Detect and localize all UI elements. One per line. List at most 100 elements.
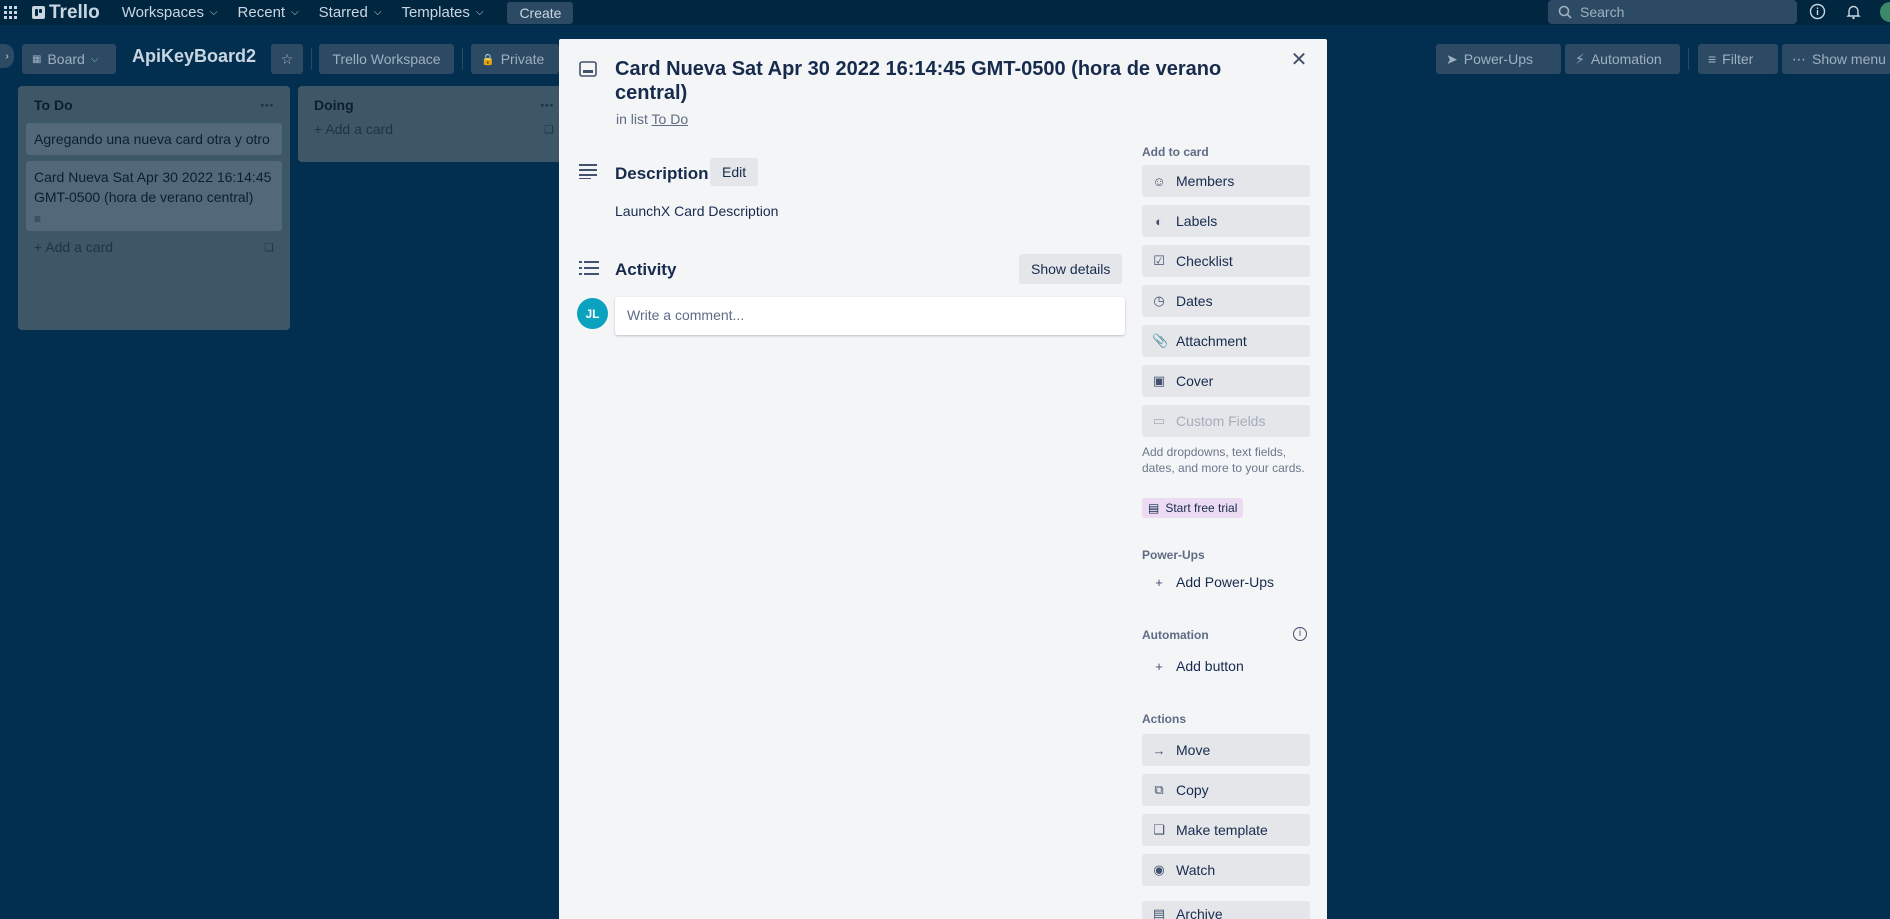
list-doing: Doing ⋯ + Add a card ❏: [298, 86, 570, 162]
filter-label: Filter: [1722, 51, 1754, 67]
dates-button[interactable]: ◷ Dates: [1142, 285, 1310, 317]
move-button[interactable]: → Move: [1142, 734, 1310, 766]
card-title[interactable]: Card Nueva Sat Apr 30 2022 16:14:45 GMT-…: [615, 57, 1245, 105]
list-card[interactable]: Agregando una nueva card otra y otro: [26, 123, 282, 155]
custom-fields-icon: ▭: [1152, 413, 1166, 428]
lightning-icon: ⚡: [1575, 50, 1585, 67]
person-icon: ☺: [1152, 173, 1166, 189]
list-header: To Do ⋯: [26, 94, 282, 117]
watch-button[interactable]: ◉ Watch: [1142, 854, 1310, 886]
nav-starred-label: Starred: [318, 4, 368, 21]
make-template-button[interactable]: ❏ Make template: [1142, 814, 1310, 846]
info-icon[interactable]: [1808, 3, 1826, 21]
nav-recent[interactable]: Recent ⌵: [238, 4, 299, 21]
trello-logo[interactable]: Trello: [32, 2, 100, 24]
start-free-trial-button[interactable]: ▤ Start free trial: [1142, 498, 1244, 518]
cover-icon: ▣: [1152, 373, 1166, 388]
chevron-down-icon: ⌵: [475, 7, 484, 18]
comment-input[interactable]: Write a comment...: [615, 297, 1125, 335]
show-details-button[interactable]: Show details: [1019, 254, 1123, 284]
checklist-button[interactable]: ☑ Checklist: [1142, 245, 1310, 277]
in-list-text: in list To Do: [616, 111, 688, 127]
copy-label: Copy: [1176, 782, 1209, 798]
checkbox-icon: ☑: [1153, 253, 1165, 268]
trial-label: Start free trial: [1165, 501, 1238, 515]
labels-button[interactable]: ◐ Labels: [1142, 205, 1310, 237]
show-menu-label: Show menu: [1812, 51, 1886, 67]
automation-button[interactable]: ⚡ Automation: [1565, 44, 1680, 74]
template-icon[interactable]: ❏: [544, 123, 554, 136]
visibility-label: Private: [500, 51, 545, 67]
list-card[interactable]: Card Nueva Sat Apr 30 2022 16:14:45 GMT-…: [26, 161, 282, 231]
move-label: Move: [1176, 742, 1211, 758]
board-view-switcher[interactable]: ▦ Board ⌵: [22, 44, 116, 74]
chevron-down-icon: ⌵: [209, 7, 218, 18]
activity-icon: [579, 260, 599, 280]
description-badge-icon: ≡: [34, 212, 42, 226]
create-button[interactable]: Create: [507, 1, 574, 24]
attachment-button[interactable]: 📎 Attachment: [1142, 325, 1310, 357]
workspace-button[interactable]: Trello Workspace: [319, 44, 454, 74]
search-icon: [1558, 5, 1572, 19]
sidebar-toggle-button[interactable]: ›: [0, 44, 14, 68]
search-input[interactable]: Search: [1548, 0, 1797, 24]
bell-icon[interactable]: [1844, 3, 1862, 21]
add-button-button[interactable]: + Add button: [1142, 650, 1310, 682]
archive-icon: ▤: [1152, 906, 1166, 919]
power-ups-button[interactable]: ➤ Power-Ups: [1436, 44, 1561, 74]
cover-button[interactable]: ▣ Cover: [1142, 365, 1310, 397]
chevron-down-icon: ⌵: [90, 53, 99, 65]
ticket-icon: ▤: [1148, 501, 1160, 515]
power-ups-label: Power-Ups: [1463, 51, 1533, 67]
nav-templates-label: Templates: [401, 4, 470, 21]
visibility-button[interactable]: 🔒 Private: [471, 44, 559, 74]
edit-description-button[interactable]: Edit: [710, 158, 759, 186]
paperclip-icon: 📎: [1152, 333, 1169, 348]
info-icon[interactable]: i: [1293, 627, 1307, 641]
board-view-label: Board: [47, 51, 85, 67]
archive-button[interactable]: ▤ Archive: [1142, 901, 1310, 919]
search-placeholder: Search: [1580, 4, 1625, 20]
add-card-button[interactable]: + Add a card ❏: [306, 117, 562, 139]
list-title[interactable]: Doing: [314, 97, 354, 114]
trello-logo-icon: [32, 6, 45, 19]
show-menu-button[interactable]: ⋯ Show menu: [1782, 44, 1890, 74]
board-title[interactable]: ApiKeyBoard2: [132, 46, 256, 67]
star-board-button[interactable]: ☆: [271, 44, 303, 74]
nav-starred[interactable]: Starred ⌵: [319, 4, 382, 21]
members-button[interactable]: ☺ Members: [1142, 165, 1310, 197]
list-title[interactable]: To Do: [34, 97, 73, 114]
template-icon[interactable]: ❏: [264, 241, 274, 254]
custom-fields-button[interactable]: ▭ Custom Fields: [1142, 405, 1310, 437]
nav-workspaces[interactable]: Workspaces ⌵: [122, 4, 218, 21]
card-description[interactable]: LaunchX Card Description: [615, 203, 778, 219]
copy-button[interactable]: ⧉ Copy: [1142, 774, 1310, 806]
nav-templates[interactable]: Templates ⌵: [401, 4, 483, 21]
avatar[interactable]: JL: [577, 298, 608, 329]
divider: [462, 48, 463, 70]
eye-icon: ◉: [1153, 862, 1165, 877]
add-power-ups-label: Add Power-Ups: [1176, 574, 1275, 590]
card-title: Agregando una nueva card otra y otro: [34, 131, 270, 147]
app-switcher-icon[interactable]: [0, 0, 20, 25]
nav-workspaces-label: Workspaces: [121, 4, 204, 21]
add-card-button[interactable]: + Add a card ❏: [26, 231, 282, 257]
card-detail-dialog: Card Nueva Sat Apr 30 2022 16:14:45 GMT-…: [559, 39, 1327, 919]
list-link[interactable]: To Do: [652, 111, 689, 127]
make-template-label: Make template: [1176, 822, 1268, 838]
plus-icon: +: [1155, 574, 1163, 590]
description-icon: [579, 163, 599, 183]
more-icon[interactable]: ⋯: [540, 97, 554, 114]
chevron-down-icon: ⌵: [373, 7, 382, 18]
more-icon[interactable]: ⋯: [260, 97, 274, 114]
close-icon[interactable]: ✕: [1287, 49, 1311, 73]
activity-heading: Activity: [615, 260, 677, 279]
add-power-ups-button[interactable]: + Add Power-Ups: [1142, 566, 1310, 598]
cover-label: Cover: [1176, 373, 1214, 389]
arrow-right-icon: →: [1152, 742, 1166, 758]
filter-button[interactable]: ≡ Filter: [1698, 44, 1778, 74]
custom-fields-note: Add dropdowns, text fields, dates, and m…: [1142, 445, 1305, 475]
card-title: Card Nueva Sat Apr 30 2022 16:14:45 GMT-…: [34, 169, 272, 205]
in-list-prefix: in list: [616, 111, 648, 127]
checklist-label: Checklist: [1176, 253, 1233, 269]
